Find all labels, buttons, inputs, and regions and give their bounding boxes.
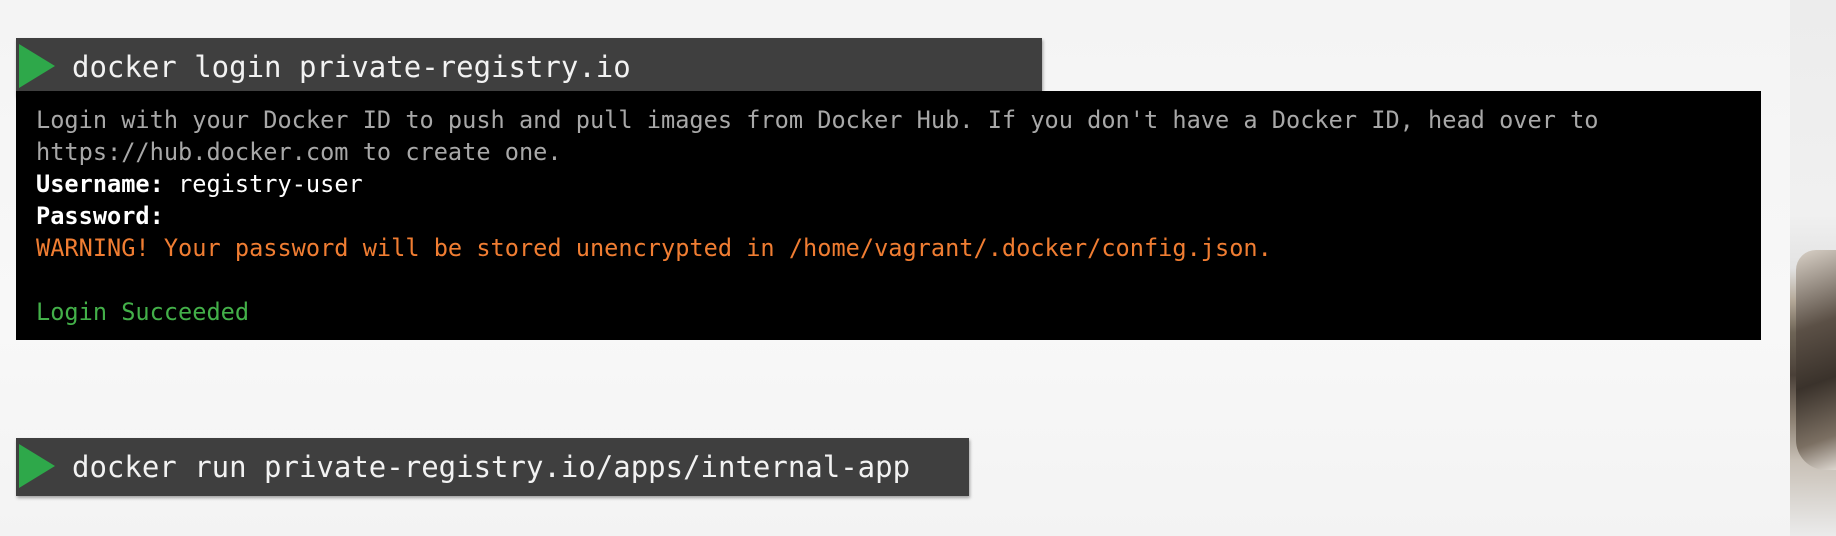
rock-image — [1796, 250, 1836, 470]
username-value: registry-user — [178, 170, 363, 198]
username-label: Username: — [36, 170, 164, 198]
warning-line: WARNING! Your password will be stored un… — [36, 234, 1272, 262]
command-text-run: docker run private-registry.io/apps/inte… — [72, 450, 911, 484]
terminal-output: Login with your Docker ID to push and pu… — [16, 91, 1761, 340]
terminal-intro-line-2: https://hub.docker.com to create one. — [36, 138, 562, 166]
command-text-login: docker login private-registry.io — [72, 50, 631, 84]
play-icon — [19, 444, 55, 488]
background-photo-edge — [1790, 0, 1836, 536]
login-succeeded-line: Login Succeeded — [36, 298, 250, 326]
password-label: Password: — [36, 202, 164, 230]
username-row: Username: registry-user — [36, 168, 1741, 200]
password-row: Password: — [36, 200, 1741, 232]
command-bar-login: docker login private-registry.io — [16, 38, 1042, 96]
terminal-intro-line-1: Login with your Docker ID to push and pu… — [36, 106, 1599, 134]
command-bar-run: docker run private-registry.io/apps/inte… — [16, 438, 969, 496]
slide: docker login private-registry.io Login w… — [0, 0, 1790, 536]
play-icon — [19, 44, 55, 88]
